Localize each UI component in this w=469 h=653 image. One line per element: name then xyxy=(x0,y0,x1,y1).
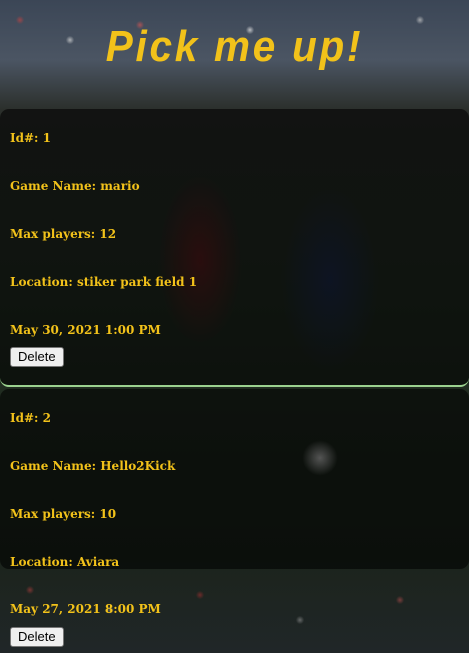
game-name: Game Name: mario xyxy=(10,179,140,193)
delete-button[interactable]: Delete xyxy=(10,627,64,647)
game-datetime: May 30, 2021 1:00 PM xyxy=(10,323,161,337)
game-card: Id#: 1 Game Name: mario Max players: 12 … xyxy=(0,109,469,387)
game-card: Id#: 2 Game Name: Hello2Kick Max players… xyxy=(0,389,469,569)
delete-button[interactable]: Delete xyxy=(10,347,64,367)
game-datetime: May 27, 2021 8:00 PM xyxy=(10,602,161,616)
game-name: Game Name: Hello2Kick xyxy=(10,459,176,473)
game-location: Location: Aviara xyxy=(10,555,120,569)
page-title: Pick me up! xyxy=(105,22,364,71)
game-max-players: Max players: 10 xyxy=(10,507,117,521)
game-id: Id#: 1 xyxy=(10,131,52,145)
game-id: Id#: 2 xyxy=(10,411,52,425)
game-max-players: Max players: 12 xyxy=(10,227,117,241)
game-location: Location: stiker park field 1 xyxy=(10,275,198,289)
